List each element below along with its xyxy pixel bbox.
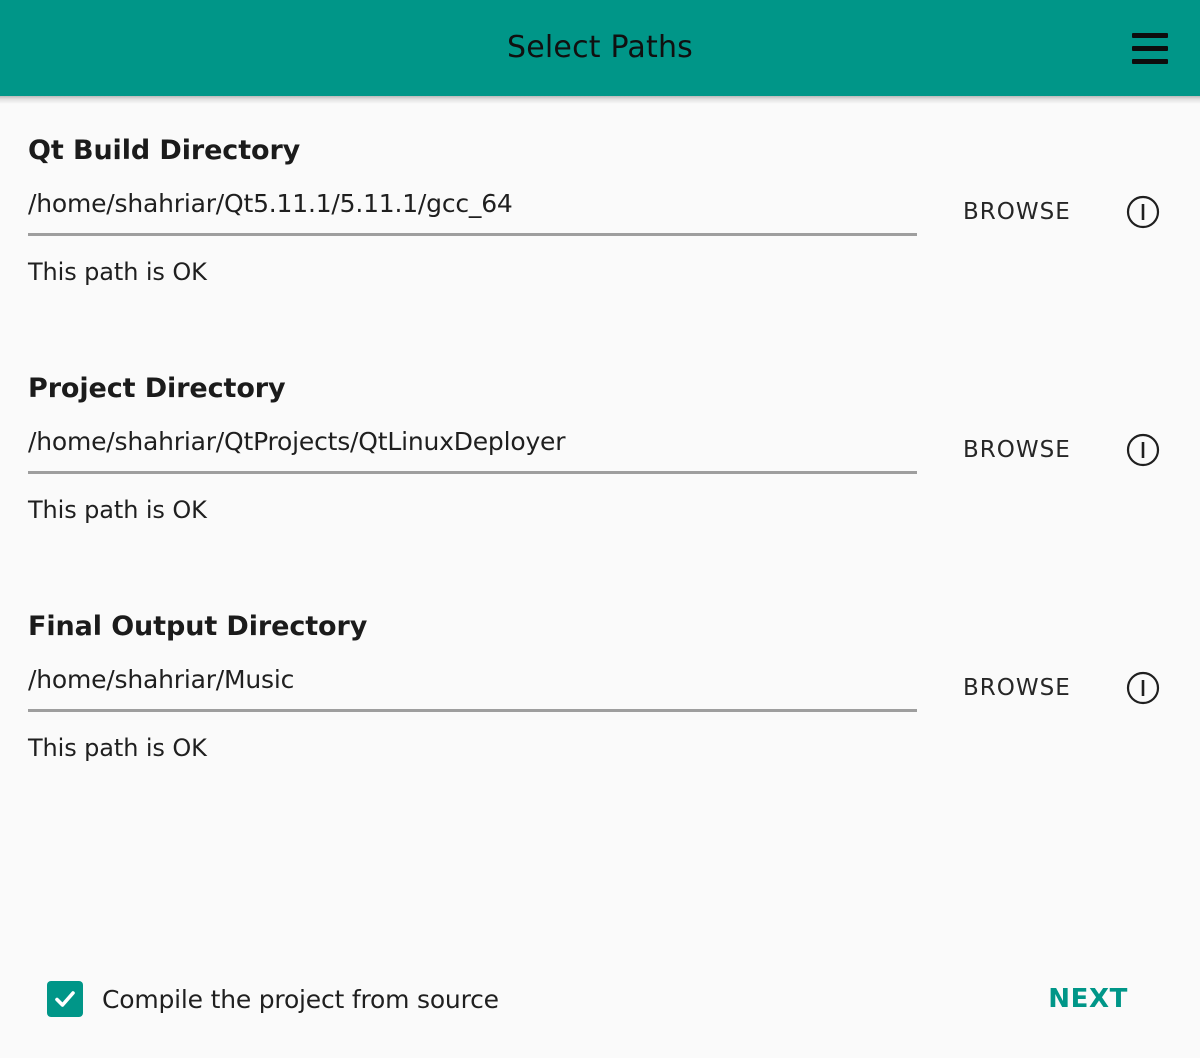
path-status-text: This path is OK <box>28 257 207 286</box>
checkbox-label: Compile the project from source <box>102 984 499 1014</box>
field-label: Project Directory <box>28 373 286 404</box>
browse-button-final-output-directory[interactable]: BROWSE <box>959 665 1075 711</box>
path-input-wrapper <box>28 663 917 712</box>
path-input-wrapper <box>28 187 917 236</box>
toolbar-shadow <box>0 96 1200 104</box>
hamburger-bar <box>1132 58 1168 64</box>
path-status-text: This path is OK <box>28 495 207 524</box>
page-title: Select Paths <box>506 30 694 65</box>
info-circle-icon[interactable] <box>1121 666 1165 710</box>
field-group-project-directory: Project Directory BROWSE This path is OK <box>28 374 1172 524</box>
browse-button-qt-build-directory[interactable]: BROWSE <box>959 189 1075 235</box>
field-row: BROWSE <box>28 425 1172 474</box>
path-input-wrapper <box>28 425 917 474</box>
next-button[interactable]: NEXT <box>1030 972 1146 1026</box>
field-group-final-output-directory: Final Output Directory BROWSE This path … <box>28 612 1172 762</box>
input-underline <box>28 232 917 236</box>
field-label: Final Output Directory <box>28 611 368 642</box>
info-circle-icon[interactable] <box>1121 428 1165 472</box>
info-circle-icon[interactable] <box>1121 190 1165 234</box>
hamburger-bar <box>1132 45 1168 51</box>
input-underline <box>28 470 917 474</box>
select-paths-window: Select Paths Qt Build Directory BROWSE <box>0 0 1200 1058</box>
field-row: BROWSE <box>28 663 1172 712</box>
field-row: BROWSE <box>28 187 1172 236</box>
qt-build-directory-input[interactable] <box>28 187 917 233</box>
compile-from-source-checkbox[interactable]: Compile the project from source <box>47 981 499 1017</box>
project-directory-input[interactable] <box>28 425 917 471</box>
final-output-directory-input[interactable] <box>28 663 917 709</box>
footer-bar: Compile the project from source NEXT <box>0 940 1200 1058</box>
checkbox-checked-icon <box>47 981 83 1017</box>
app-toolbar: Select Paths <box>0 0 1200 96</box>
browse-button-project-directory[interactable]: BROWSE <box>959 427 1075 473</box>
main-content: Qt Build Directory BROWSE This path is O… <box>0 104 1200 1058</box>
field-label: Qt Build Directory <box>28 135 301 166</box>
hamburger-menu-icon[interactable] <box>1122 20 1178 76</box>
input-underline <box>28 708 917 712</box>
field-group-qt-build-directory: Qt Build Directory BROWSE This path is O… <box>28 136 1172 286</box>
path-status-text: This path is OK <box>28 733 207 762</box>
hamburger-bar <box>1132 32 1168 38</box>
